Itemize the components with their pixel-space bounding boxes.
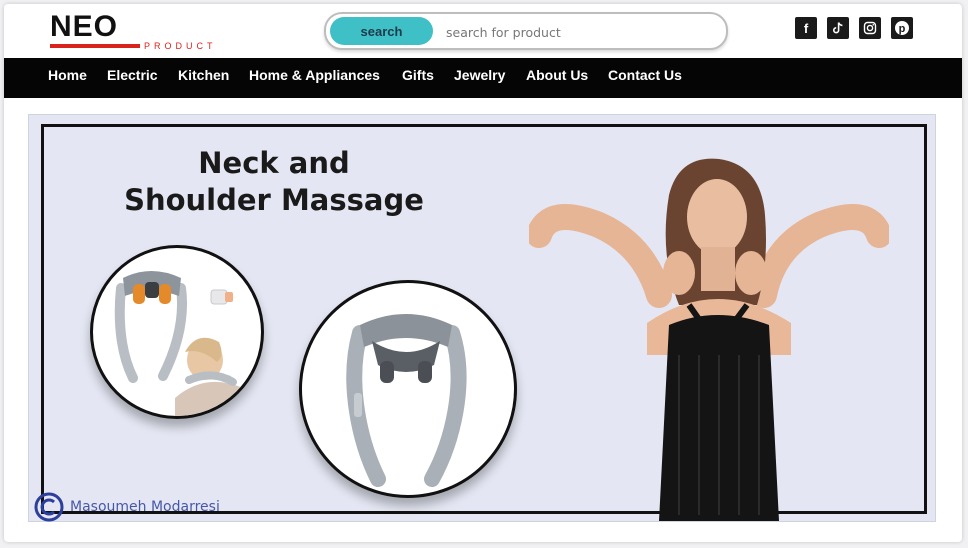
nav-item-jewelry[interactable]: Jewelry bbox=[454, 58, 505, 98]
tiktok-icon[interactable] bbox=[827, 17, 849, 39]
watermark-text: Masoumeh Modarresi bbox=[70, 499, 220, 515]
banner-title-line2: Shoulder Massage bbox=[124, 183, 424, 217]
nav-item-about-us[interactable]: About Us bbox=[526, 58, 588, 98]
facebook-icon[interactable]: f bbox=[795, 17, 817, 39]
watermark: Masoumeh Modarresi bbox=[34, 492, 220, 522]
instagram-icon[interactable] bbox=[859, 17, 881, 39]
search-input[interactable] bbox=[444, 17, 718, 47]
search-bar: search bbox=[324, 12, 728, 50]
nav-item-home-appliances[interactable]: Home & Appliances bbox=[249, 58, 380, 98]
logo-subtitle: PRODUCT bbox=[144, 41, 217, 51]
search-button[interactable]: search bbox=[330, 17, 433, 45]
nav-item-contact-us[interactable]: Contact Us bbox=[608, 58, 682, 98]
banner-title-line1: Neck and bbox=[198, 146, 350, 180]
svg-text:f: f bbox=[804, 21, 809, 35]
brand-logo[interactable]: NEO PRODUCT bbox=[50, 10, 230, 56]
copyright-icon bbox=[34, 492, 64, 522]
product-image-small bbox=[90, 245, 264, 419]
logo-underline bbox=[50, 44, 140, 48]
nav-item-home[interactable]: Home bbox=[48, 58, 87, 98]
svg-text:p: p bbox=[899, 23, 906, 35]
nav-item-electric[interactable]: Electric bbox=[107, 58, 158, 98]
logo-wordmark: NEO bbox=[50, 10, 119, 43]
model-photo bbox=[526, 155, 892, 521]
page-frame: NEO PRODUCT search f p Home Electric Kit bbox=[4, 4, 962, 542]
nav-item-gifts[interactable]: Gifts bbox=[402, 58, 434, 98]
product-image-large bbox=[299, 280, 517, 498]
nav-item-kitchen[interactable]: Kitchen bbox=[178, 58, 229, 98]
hero-banner[interactable]: Neck and Shoulder Massage bbox=[28, 114, 936, 522]
main-nav: Home Electric Kitchen Home & Appliances … bbox=[4, 58, 962, 98]
pinterest-icon[interactable]: p bbox=[891, 17, 913, 39]
banner-title: Neck and Shoulder Massage bbox=[119, 145, 429, 219]
